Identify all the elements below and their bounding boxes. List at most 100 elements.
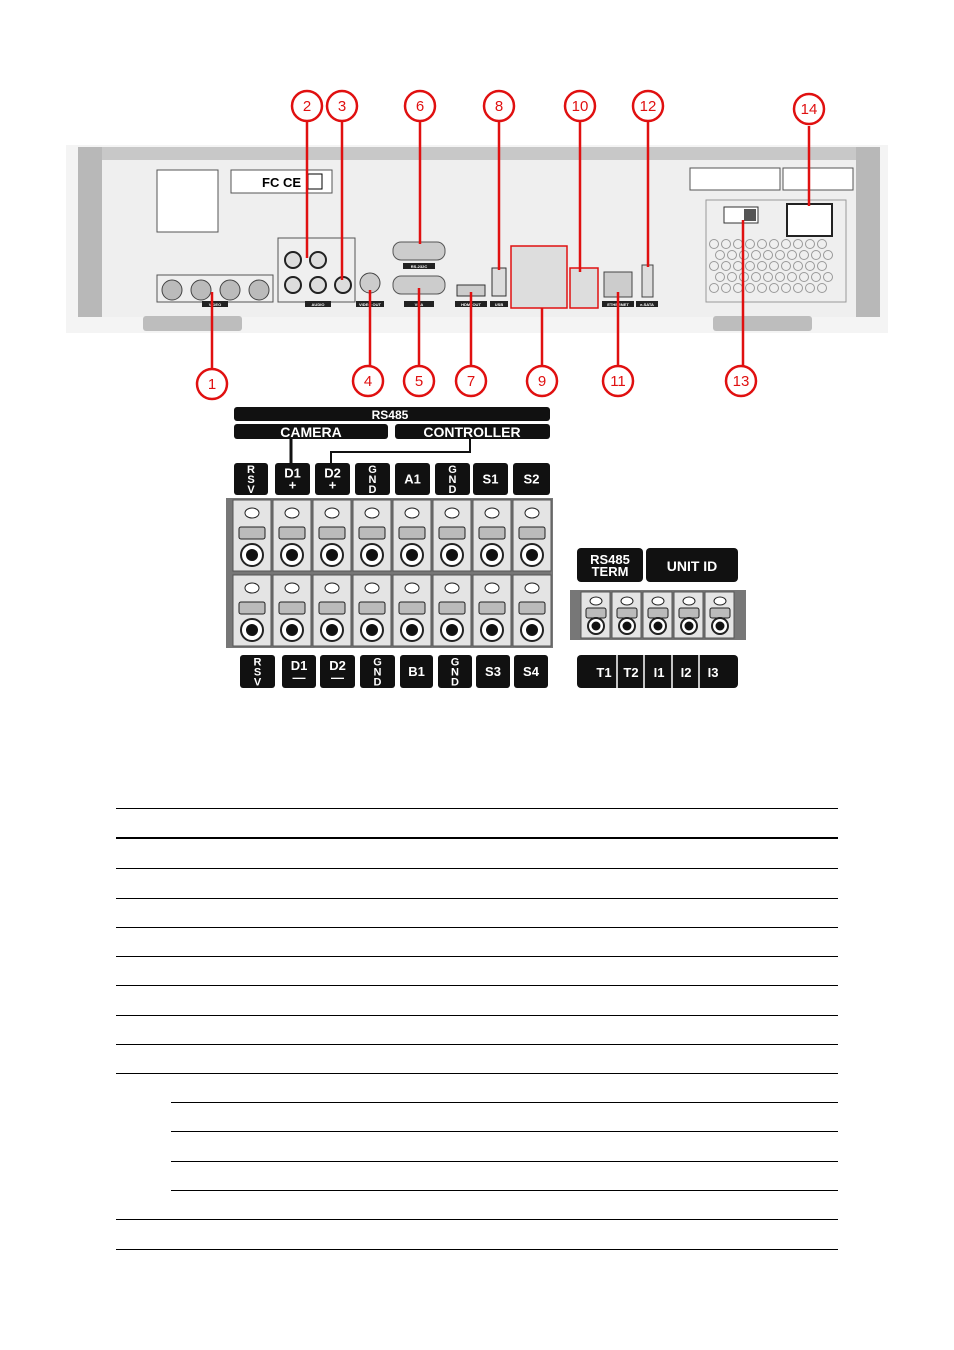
unit-terminal-label: T2 xyxy=(623,665,638,680)
table-rule xyxy=(116,1073,838,1074)
terminal-label-top: A1 xyxy=(395,463,430,495)
svg-text:D2—: D2— xyxy=(329,658,346,685)
svg-text:GND: GND xyxy=(448,464,457,496)
terminal-screw xyxy=(432,574,472,647)
terminal-screw xyxy=(472,574,512,647)
table-rule xyxy=(116,1044,838,1045)
table-rule xyxy=(116,837,838,839)
terminal-screw xyxy=(312,499,352,572)
svg-text:B1: B1 xyxy=(408,664,425,679)
callout-number: 14 xyxy=(792,92,826,126)
terminal-label-bottom: GND xyxy=(360,655,395,688)
label-video: VIDEO xyxy=(209,302,221,307)
svg-text:7: 7 xyxy=(467,373,475,390)
terminal-label-top: GND xyxy=(355,463,390,496)
table-rule xyxy=(171,1131,838,1132)
unit-terminal-screw xyxy=(580,591,611,639)
usb-port xyxy=(491,267,507,297)
table-rule xyxy=(116,927,838,928)
callout-number: 5 xyxy=(402,364,436,398)
certification-marks: FC CE xyxy=(262,175,301,190)
table-rule xyxy=(171,1161,838,1162)
terminal-label-bottom: S3 xyxy=(476,655,510,688)
terminal-label-bottom: D2— xyxy=(320,655,355,688)
callout-number: 4 xyxy=(351,364,385,398)
rs232c-port xyxy=(392,241,446,261)
power-inlet xyxy=(786,203,833,237)
label-audio: AUDIO xyxy=(312,302,325,307)
table-rule xyxy=(116,1015,838,1016)
table-rule xyxy=(116,956,838,957)
callout-number: 9 xyxy=(525,364,559,398)
label-esata: e-SATA xyxy=(640,302,654,307)
rear-panel-diagram: FC CE VIDEO AUDIO VIDEO OUT RS-232C VGA xyxy=(66,89,888,688)
terminal-screw xyxy=(472,499,512,572)
camera-label: CAMERA xyxy=(280,424,341,440)
terminal-screw xyxy=(272,499,312,572)
callout-number: 13 xyxy=(724,364,758,398)
terminal-screw xyxy=(312,574,352,647)
terminal-screw xyxy=(352,499,392,572)
svg-text:3: 3 xyxy=(338,98,346,115)
terminal-label-bottom: D1— xyxy=(282,655,316,688)
rs485-label: RS485 xyxy=(372,408,409,422)
terminal-legend: RS485 CAMERA CONTROLLER xyxy=(234,407,550,464)
callout-number: 8 xyxy=(482,89,516,123)
svg-text:RSV: RSV xyxy=(247,464,255,496)
unit-terminal-label: I1 xyxy=(654,665,665,680)
unit-terminal-screw xyxy=(611,591,642,639)
svg-text:GND: GND xyxy=(368,464,377,496)
esata-port xyxy=(641,264,654,298)
terminal-label-top: GND xyxy=(435,463,470,496)
terminal-label-bottom: B1 xyxy=(400,655,433,688)
svg-text:A1: A1 xyxy=(404,472,421,487)
table-rule xyxy=(171,1102,838,1103)
rs485-term-label: RS485 TERM xyxy=(590,552,630,579)
terminal-screw xyxy=(272,574,312,647)
terminal-label-top: D2 + xyxy=(315,463,350,495)
controller-label: CONTROLLER xyxy=(423,424,520,440)
svg-text:5: 5 xyxy=(415,373,423,390)
unit-terminal-label: I3 xyxy=(708,665,719,680)
callout-number: 11 xyxy=(601,364,635,398)
table-rule xyxy=(116,1219,838,1220)
callout-number: 7 xyxy=(454,364,488,398)
unit-terminal-screw xyxy=(673,591,704,639)
dvr-chassis: FC CE VIDEO AUDIO VIDEO OUT RS-232C VGA xyxy=(66,145,888,333)
svg-text:GND: GND xyxy=(451,656,460,688)
svg-text:14: 14 xyxy=(801,101,818,118)
terminal-label-top: RSV xyxy=(234,463,268,496)
terminal-label-bottom: S4 xyxy=(514,655,548,688)
svg-text:RSV: RSV xyxy=(254,656,262,688)
svg-text:S2: S2 xyxy=(524,472,540,487)
terminal-screw xyxy=(232,499,272,572)
terminal-screw xyxy=(432,499,472,572)
terminal-screw xyxy=(512,499,552,572)
callout-number: 12 xyxy=(631,89,665,123)
svg-text:S4: S4 xyxy=(523,664,540,679)
table-rule xyxy=(116,985,838,986)
terminal-label-top: S2 xyxy=(513,463,550,495)
svg-text:4: 4 xyxy=(364,373,372,390)
callout-number: 3 xyxy=(325,89,359,123)
unit-id-label: UNIT ID xyxy=(667,558,718,574)
svg-text:S3: S3 xyxy=(485,664,501,679)
terminal-label-top: S1 xyxy=(473,463,508,495)
svg-text:2: 2 xyxy=(303,98,311,115)
terminal-screw xyxy=(232,574,272,647)
label-rs232c: RS-232C xyxy=(411,264,428,269)
svg-text:1: 1 xyxy=(208,376,216,393)
terminal-screw xyxy=(392,574,432,647)
svg-text:9: 9 xyxy=(538,373,546,390)
svg-text:11: 11 xyxy=(610,373,626,390)
table-rule xyxy=(116,898,838,899)
svg-text:8: 8 xyxy=(495,98,503,115)
io-terminal-block xyxy=(510,245,568,309)
label-usb: USB xyxy=(495,302,504,307)
svg-text:S1: S1 xyxy=(483,472,499,487)
terminal-screw xyxy=(352,574,392,647)
table-rule xyxy=(116,1249,838,1250)
unit-terminal-label: I2 xyxy=(681,665,692,680)
table-rule xyxy=(116,808,838,809)
terminal-screw xyxy=(392,499,432,572)
